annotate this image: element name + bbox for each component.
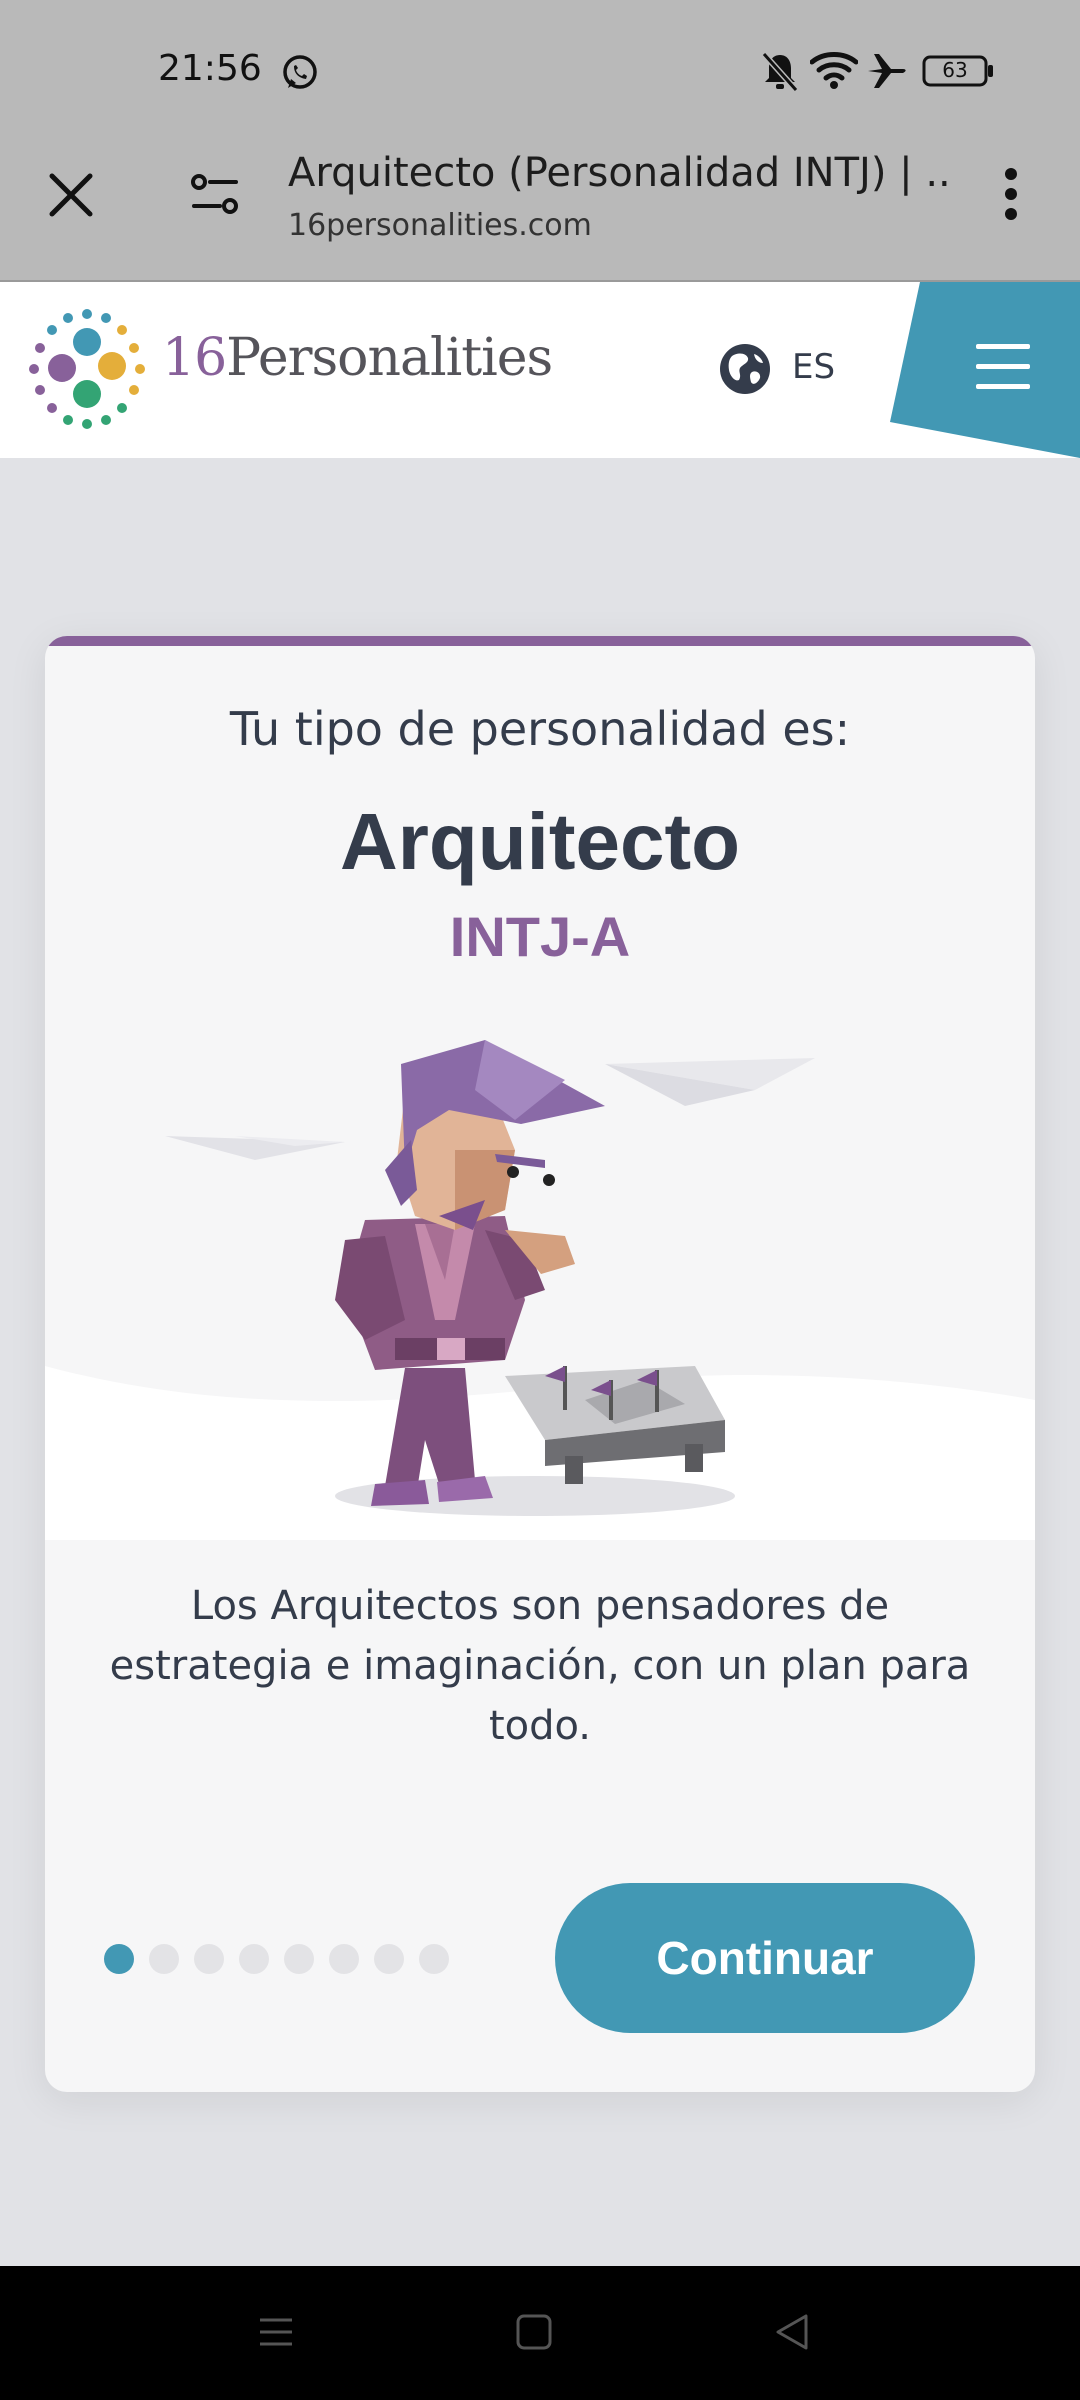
back-icon[interactable] (772, 2312, 812, 2352)
system-nav-bar (0, 2266, 1080, 2400)
page-domain[interactable]: 16personalities.com (288, 208, 592, 243)
airplane-icon (868, 54, 906, 88)
status-bar: 21:56 63 (0, 0, 1080, 140)
pagination-dot[interactable] (194, 1944, 224, 1974)
card-heading: Tu tipo de personalidad es: (229, 702, 851, 756)
type-description: Los Arquitectos son pensadores de estrat… (109, 1583, 971, 1749)
pagination-dot[interactable] (329, 1944, 359, 1974)
logo-dots-icon[interactable] (26, 308, 148, 430)
personality-type-name: Arquitecto (340, 797, 740, 886)
logo-number: 16 (162, 328, 227, 388)
card-accent-bar (45, 636, 1035, 646)
personality-type-code: INTJ-A (449, 905, 631, 968)
pagination-dot-active[interactable] (104, 1944, 134, 1974)
hamburger-menu-button[interactable] (890, 282, 1080, 458)
whatsapp-icon (283, 55, 317, 89)
close-icon[interactable] (46, 170, 96, 220)
pagination-dots (104, 1944, 449, 1974)
bell-muted-icon (761, 52, 799, 92)
continue-button[interactable]: Continuar (555, 1883, 975, 2033)
globe-icon[interactable] (718, 342, 772, 396)
recents-menu-icon[interactable] (256, 2312, 296, 2352)
language-selector[interactable]: ES (792, 347, 835, 387)
pagination-dot[interactable] (284, 1944, 314, 1974)
home-icon[interactable] (514, 2312, 554, 2352)
pagination-dot[interactable] (149, 1944, 179, 1974)
architect-illustration (45, 1040, 1035, 1540)
pagination-dot[interactable] (239, 1944, 269, 1974)
logo-text: Personalities (226, 328, 553, 388)
battery-level: 63 (942, 58, 968, 82)
site-settings-icon[interactable] (190, 172, 240, 218)
status-time: 21:56 (158, 48, 262, 89)
page-title[interactable]: Arquitecto (Personalidad INTJ) | ... (288, 150, 948, 196)
pagination-dot[interactable] (374, 1944, 404, 1974)
logo-wordmark[interactable]: 16Personalities (162, 328, 553, 388)
more-vert-icon[interactable] (996, 166, 1026, 222)
wifi-icon (810, 52, 858, 89)
pagination-dot[interactable] (419, 1944, 449, 1974)
